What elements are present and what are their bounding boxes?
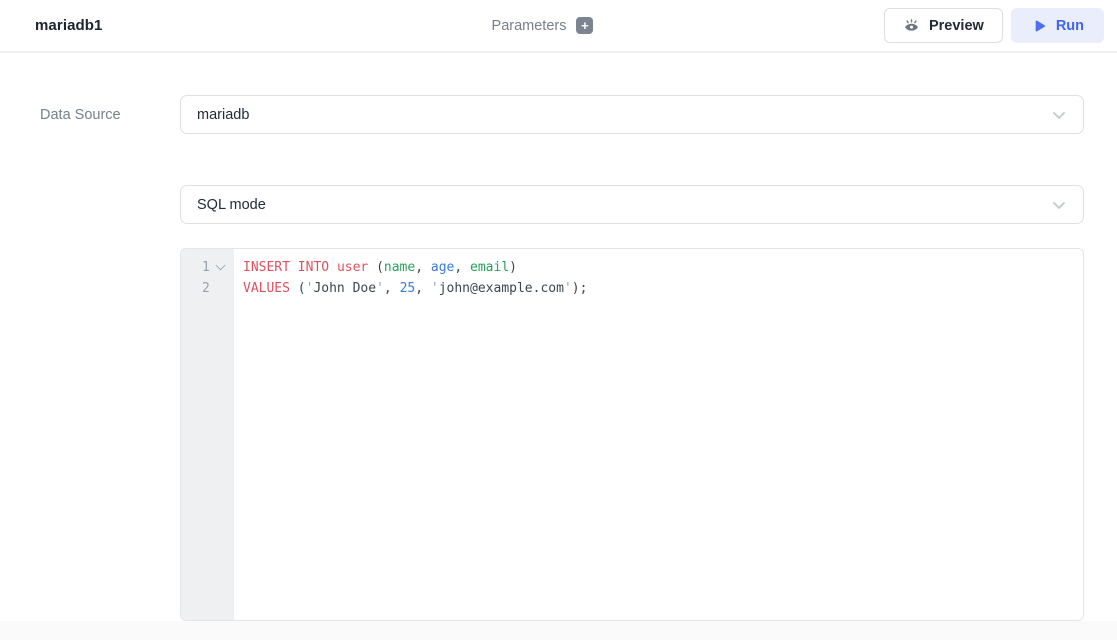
data-source-value: mariadb (197, 107, 1049, 123)
preview-button-label: Preview (929, 18, 984, 34)
header-actions: Preview Run (884, 8, 1104, 43)
parameters-label: Parameters (492, 18, 567, 34)
run-button[interactable]: Run (1011, 8, 1104, 43)
line-number: 2 (181, 278, 234, 299)
data-source-label: Data Source (40, 95, 121, 134)
chevron-down-icon (1049, 105, 1069, 125)
mode-select[interactable]: SQL mode (180, 185, 1084, 224)
plus-icon: + (581, 18, 589, 33)
run-button-label: Run (1056, 18, 1084, 34)
add-parameter-button[interactable]: + (576, 17, 593, 34)
preview-button[interactable]: Preview (884, 8, 1003, 43)
page-bottom-strip (0, 621, 1117, 640)
mode-select-value: SQL mode (197, 197, 1049, 213)
editor-code[interactable]: INSERT INTO user (name, age, email)VALUE… (234, 249, 1083, 620)
page-title: mariadb1 (35, 17, 103, 34)
code-line[interactable]: VALUES ('John Doe', 25, 'john@example.co… (243, 278, 1083, 299)
line-number: 1 (181, 257, 234, 278)
data-source-select[interactable]: mariadb (180, 95, 1084, 134)
chevron-down-icon (1049, 195, 1069, 215)
parameters-section: Parameters + (492, 17, 594, 34)
play-icon (1031, 18, 1047, 34)
editor-gutter: 12 (181, 249, 234, 620)
sql-code-editor[interactable]: 12 INSERT INTO user (name, age, email)VA… (180, 248, 1084, 621)
code-line[interactable]: INSERT INTO user (name, age, email) (243, 257, 1083, 278)
fold-chevron-icon[interactable] (215, 261, 225, 271)
eye-icon (903, 17, 920, 34)
header: mariadb1 Parameters + Preview Run (0, 0, 1117, 53)
